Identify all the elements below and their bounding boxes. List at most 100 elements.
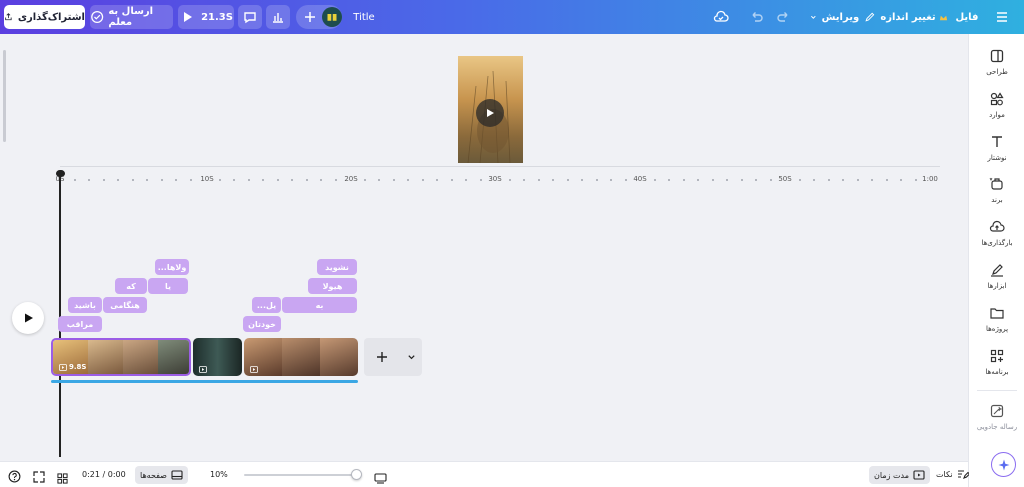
collaborators-button[interactable] [296,5,342,29]
ruler-tick [88,179,90,181]
caption-chip[interactable]: نشوید [317,259,357,275]
text-icon [992,136,1002,147]
playhead-line[interactable] [59,172,61,457]
vertical-scrollbar[interactable] [3,50,6,142]
sidebar-item-tools[interactable]: ابزارها [969,262,1024,290]
expand-icon [33,471,45,483]
sidebar-item-elements[interactable]: موارد [969,91,1024,119]
notes-button[interactable]: نکات [936,468,969,480]
page-preview[interactable] [458,56,523,163]
sidebar-item-brand[interactable]: برند [969,176,1024,204]
ruler-tick [624,179,627,181]
sidebar-item-magic-write[interactable]: رساله جادویی [969,403,1024,431]
caption-chip[interactable]: یا [148,278,188,294]
clip-frame [158,340,189,374]
video-clip-selected[interactable]: 9.8S [51,338,191,376]
ruler-tick [610,179,612,181]
ruler-tick [668,179,670,181]
ruler-tick [842,179,844,181]
sidebar-item-label: بارگذاری‌ها [981,239,1013,247]
caption-text: هیولا [322,281,343,291]
caption-chip[interactable]: هنگامی [103,297,147,313]
caption-text: به [315,300,324,310]
pages-button[interactable]: صفحه‌ها [135,466,188,484]
caption-chip[interactable]: مراقب [58,316,102,332]
share-label: اشتراک‌گذاری [17,11,85,23]
resize-button[interactable]: تغییر اندازه [880,5,948,29]
chevron-down-icon [407,354,415,359]
notes-label: نکات [936,469,953,479]
add-clip-options-button[interactable] [400,338,422,376]
ruler-tick [276,179,279,181]
caption-chip[interactable]: به [282,297,357,313]
zoom-slider-track[interactable] [244,474,358,476]
grid-view-button[interactable] [57,469,68,487]
ruler-label: 50S [778,175,792,183]
video-icon [59,363,67,371]
sidebar-item-apps[interactable]: برنامه‌ها [969,348,1024,376]
audio-track-bar[interactable] [51,380,358,383]
ruler-tick [740,179,743,181]
timeline-play-button[interactable] [12,302,44,334]
ruler-tick [537,179,540,181]
fullscreen-button[interactable] [33,468,45,487]
ruler-tick [552,179,554,181]
chevron-down-icon [811,15,816,19]
plus-icon [305,12,315,22]
ruler-tick [566,179,569,181]
preview-play-button[interactable]: 21.3S [178,5,234,29]
caption-chip[interactable]: ...ولاها [155,259,189,275]
design-title[interactable]: Title [346,5,382,29]
video-icon [199,366,207,373]
ruler-tick [146,179,148,181]
comment-button[interactable] [238,5,262,29]
duration-button[interactable]: مدت زمان [869,466,931,484]
clip-frame [123,340,158,374]
main-menu-button[interactable] [992,5,1012,29]
sidebar-item-text[interactable]: نوشتار [969,134,1024,162]
sidebar-item-uploads[interactable]: بارگذاری‌ها [969,219,1024,247]
zoom-slider-thumb[interactable] [351,469,362,480]
ruler-label: 1:00 [922,175,938,183]
book-icon [327,14,337,21]
grid-icon [57,473,68,484]
help-button[interactable] [8,468,21,487]
ruler-label: 40S [633,175,647,183]
right-sidebar: طراحی موارد نوشتار برند بارگذاری‌ها ابزا… [968,34,1024,487]
insights-button[interactable] [266,5,290,29]
caption-text: هنگامی [110,300,140,310]
caption-text: ...ولاها [157,262,187,272]
timeline-ruler[interactable]: 0S 10S 20S 30S 40S 50S 1:00 [56,166,940,186]
add-clip-button[interactable] [364,338,400,376]
page-view-button[interactable] [374,469,387,487]
caption-chip[interactable]: هیولا [308,278,357,294]
ruler-tick [175,179,177,181]
design-title-text: Title [353,11,375,23]
caption-chip[interactable]: ...یل [252,297,281,313]
caption-chip[interactable]: خودتان [243,316,281,332]
canva-assistant-button[interactable] [991,452,1016,477]
zoom-level[interactable]: 10% [210,470,228,479]
undo-button[interactable] [746,5,766,29]
caption-chip[interactable]: باشید [68,297,102,313]
pages-icon [171,470,183,480]
ruler-tick [769,179,772,181]
sidebar-item-projects[interactable]: پروژه‌ها [969,305,1024,333]
sidebar-item-design[interactable]: طراحی [969,48,1024,76]
bottom-bar: 0:21 / 0:00 صفحه‌ها 10% مدت زمان نکات [0,461,969,487]
video-timer-icon [913,470,925,480]
caption-chip[interactable]: که [115,278,147,294]
video-clip[interactable] [244,338,358,376]
redo-button[interactable] [774,5,794,29]
share-button[interactable]: اشتراک‌گذاری [4,5,85,29]
send-to-teacher-button[interactable]: ارسال به معلم [90,5,173,29]
ruler-tick [827,179,830,181]
cloud-save-status[interactable] [710,5,732,29]
playhead-handle[interactable] [55,170,65,177]
ruler-tick [697,179,699,181]
file-menu[interactable]: فایل [952,5,982,29]
page-play-button[interactable] [476,99,504,127]
ruler-tick [914,179,917,181]
video-clip[interactable] [193,338,242,376]
edit-mode-dropdown[interactable]: ویرایش [810,5,876,29]
